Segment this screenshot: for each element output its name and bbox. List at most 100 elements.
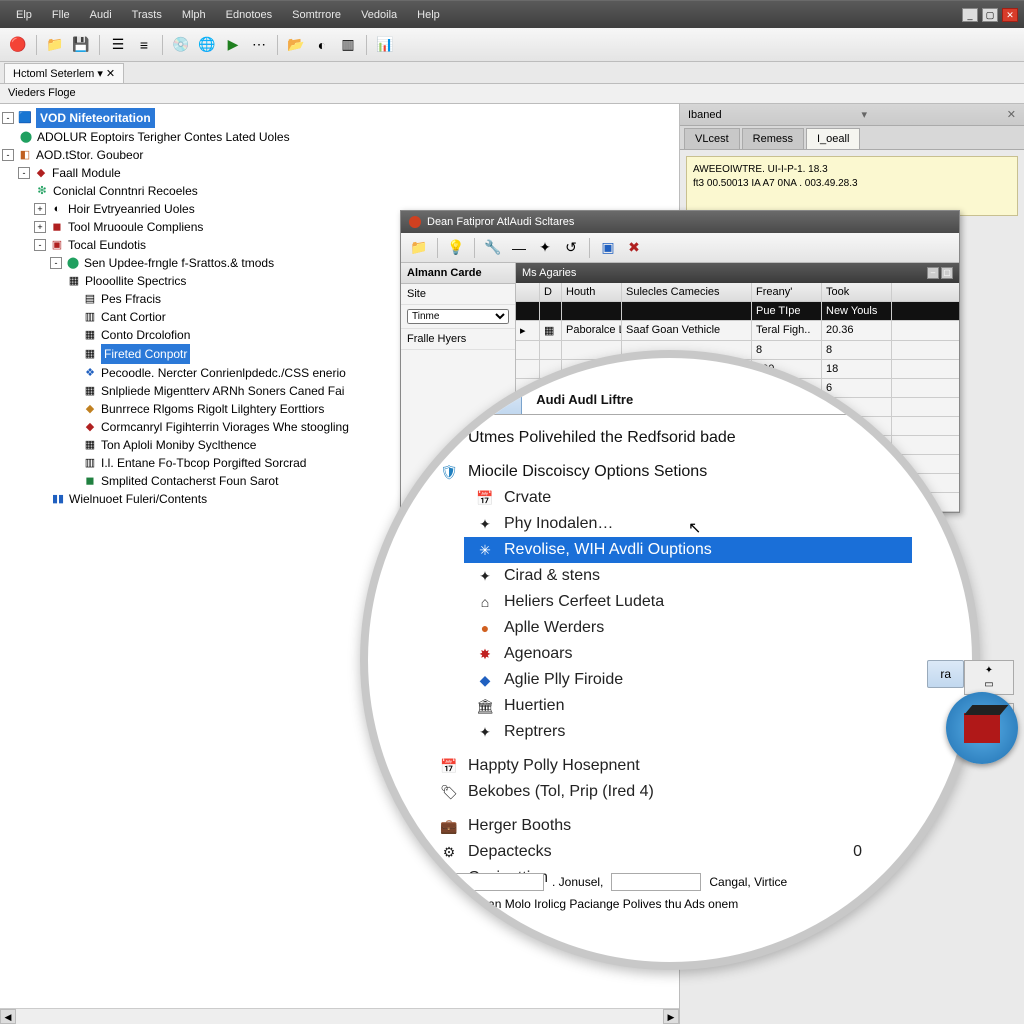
menu-revolise-selected[interactable]: ✳Revolise, WIH Avdli Ouptions <box>464 537 912 563</box>
magnifier-lens: Ad Soher Audi Audl Liftre ⛔Utmes Poliveh… <box>360 350 980 970</box>
menu-depactecks[interactable]: ⚙Depactecks0 <box>438 839 902 865</box>
sheet-icon[interactable]: ▥ <box>338 35 358 55</box>
popup-side-header: Almann Carde <box>401 263 515 284</box>
menu-trasts[interactable]: Trasts <box>122 5 172 25</box>
wrench-icon[interactable]: 🔧 <box>483 238 503 258</box>
minimize-button[interactable]: _ <box>962 8 978 22</box>
cycle-icon[interactable]: ↺ <box>561 238 581 258</box>
label-name: Name <box>414 875 446 889</box>
bulb-icon[interactable]: 💡 <box>446 238 466 258</box>
grid-title: Ms Agaries <box>522 267 576 279</box>
blue-icon: ◆ <box>474 672 496 689</box>
menu-audi[interactable]: Audi <box>80 5 122 25</box>
subtab-vieders[interactable]: Vieders Floge <box>0 84 1024 104</box>
grid-min-icon[interactable]: – <box>927 267 939 279</box>
menu-cirad[interactable]: ✦Cirad & stens <box>474 563 902 589</box>
popup-side-time[interactable]: Tinme <box>401 305 515 329</box>
popup-side-site[interactable]: Site <box>401 284 515 305</box>
rtab-vlcest[interactable]: VLcest <box>684 128 740 149</box>
gear-icon: ✳ <box>474 542 496 559</box>
folder-icon[interactable]: 📁 <box>45 35 65 55</box>
right-tabs: VLcest Remess I_oeall <box>680 126 1024 150</box>
list-icon[interactable]: ☰ <box>108 35 128 55</box>
spark-icon[interactable]: ✦ <box>535 238 555 258</box>
menu-create[interactable]: 📅Crvate <box>474 485 902 511</box>
menu-help[interactable]: Help <box>407 5 450 25</box>
popup-titlebar[interactable]: Dean Fatipror AtlAudi Scltares <box>401 211 959 233</box>
grid-col-headers: D Houth Sulecles Camecies Freany' Took <box>516 283 959 302</box>
tree-root[interactable]: -🟦VOD Nifeteoritation <box>2 108 677 128</box>
scroll-right-icon[interactable]: ▶ <box>663 1009 679 1024</box>
briefcase-icon: 💼 <box>438 818 460 835</box>
menu-agenoars[interactable]: ✸Agenoars <box>474 641 902 667</box>
menu-vedoila[interactable]: Vedoila <box>351 5 407 25</box>
tree-item[interactable]: -◧AOD.tStor. Goubeor <box>2 146 677 164</box>
globe-icon[interactable]: 🌐 <box>197 35 217 55</box>
maximize-button[interactable]: ▢ <box>982 8 998 22</box>
box-icon[interactable]: ▣ <box>598 238 618 258</box>
tab-bar: Hctoml Seterlem ▾ ✕ <box>0 62 1024 84</box>
widget-1[interactable]: ✦▭ <box>964 660 1014 695</box>
delete-icon[interactable]: ✖ <box>624 238 644 258</box>
panel-min-icon[interactable]: ▾ <box>861 108 867 121</box>
hscrollbar[interactable]: ◀ ▶ <box>0 1008 679 1024</box>
tab-hctoml[interactable]: Hctoml Seterlem ▾ ✕ <box>4 63 124 83</box>
jonusel-input[interactable] <box>611 873 701 891</box>
lens-heading-2: 🛡Miocile Discoiscy Options Setions <box>438 459 902 485</box>
ra-button[interactable]: ra <box>927 660 964 688</box>
menu-ednotoes[interactable]: Ednotoes <box>216 5 282 25</box>
menu-aplle[interactable]: ●Aplle Werders <box>474 615 902 641</box>
info-line-1: AWEEOIWTRE. UI-I-P-1. 18.3 <box>693 163 1011 177</box>
lens-footer: Name . Jonusel, Cangal, Virtice Aboarne:… <box>414 870 926 946</box>
main-toolbar: 🔴 📁 💾 ☰ ≡ 💿 🌐 ▶ ⋯ 📂 ◐ ▥ 📊 <box>0 28 1024 62</box>
panel-close-icon[interactable]: ✕ <box>1007 108 1016 121</box>
gear2-icon: ⚙ <box>438 844 460 861</box>
folder2-icon[interactable]: 📂 <box>286 35 306 55</box>
popup-folder-icon[interactable]: 📁 <box>409 238 429 258</box>
menubar: Elp Flle Audi Trasts Mlph Ednotoes Somtr… <box>0 0 1024 28</box>
scroll-left-icon[interactable]: ◀ <box>0 1009 16 1024</box>
building-icon: 🏛 <box>474 698 496 715</box>
menu-somtrrore[interactable]: Somtrrore <box>282 5 351 25</box>
time-select[interactable]: Tinme <box>407 309 509 324</box>
name-input[interactable] <box>454 873 544 891</box>
house-icon: ⌂ <box>474 594 496 610</box>
cube-icon <box>964 713 1000 743</box>
gauge-icon[interactable]: ◐ <box>312 35 332 55</box>
cube-badge[interactable] <box>946 692 1018 764</box>
rtab-remess[interactable]: Remess <box>742 128 804 149</box>
menu-heliers[interactable]: ⌂Heliers Cerfeet Ludeta <box>474 589 902 615</box>
tree-item[interactable]: -◆Faall Module <box>2 164 677 182</box>
menu-bekobes[interactable]: 🏷Bekobes (Tol, Prip (Ired 4) <box>438 779 902 805</box>
tree-item[interactable]: ⬤ADOLUR Eoptoirs Terigher Contes Lated U… <box>2 128 677 146</box>
rtab-loeall[interactable]: I_oeall <box>806 128 860 149</box>
menu-aglie[interactable]: ◆Aglie Plly Firoide <box>474 667 902 693</box>
grid-header: Ms Agaries –▢ <box>516 263 959 283</box>
menu-happy[interactable]: 📅Happty Polly Hosepnent <box>438 753 902 779</box>
dash-icon[interactable]: — <box>509 238 529 258</box>
popup-side-filters[interactable]: Fralle Hyers <box>401 329 515 350</box>
more-icon[interactable]: ⋯ <box>249 35 269 55</box>
cal2-icon: 📅 <box>438 758 460 775</box>
popup-title: Dean Fatipror AtlAudi Scltares <box>427 216 574 228</box>
close-button[interactable]: ✕ <box>1002 8 1018 22</box>
menu-elp[interactable]: Elp <box>6 5 42 25</box>
disk-icon[interactable]: 💿 <box>171 35 191 55</box>
play-icon[interactable]: ▶ <box>223 35 243 55</box>
popup-toolbar: 📁 💡 🔧 — ✦ ↺ ▣ ✖ <box>401 233 959 263</box>
grid-max-icon[interactable]: ▢ <box>941 267 953 279</box>
menu-reptrers[interactable]: ✦Reptrers <box>474 719 902 745</box>
right-panel-title: Ibaned <box>688 109 722 121</box>
tree-item[interactable]: ❇Coniclal Conntnri Recoeles <box>2 182 677 200</box>
menu-file[interactable]: Flle <box>42 5 80 25</box>
connecte-button[interactable]: Connecte <box>414 917 499 943</box>
chart-icon[interactable]: 📊 <box>375 35 395 55</box>
menu-herger[interactable]: 💼Herger Booths <box>438 813 902 839</box>
save-icon[interactable]: 💾 <box>71 35 91 55</box>
calendar-icon: 📅 <box>474 490 496 507</box>
bars-icon[interactable]: ≡ <box>134 35 154 55</box>
menu-mlph[interactable]: Mlph <box>172 5 216 25</box>
depactecks-value: 0 <box>853 843 902 861</box>
grid-row[interactable]: ▸▦Paboralce LaheSaaf Goan VethicleTeral … <box>516 321 959 341</box>
menu-huertien[interactable]: 🏛Huertien <box>474 693 902 719</box>
